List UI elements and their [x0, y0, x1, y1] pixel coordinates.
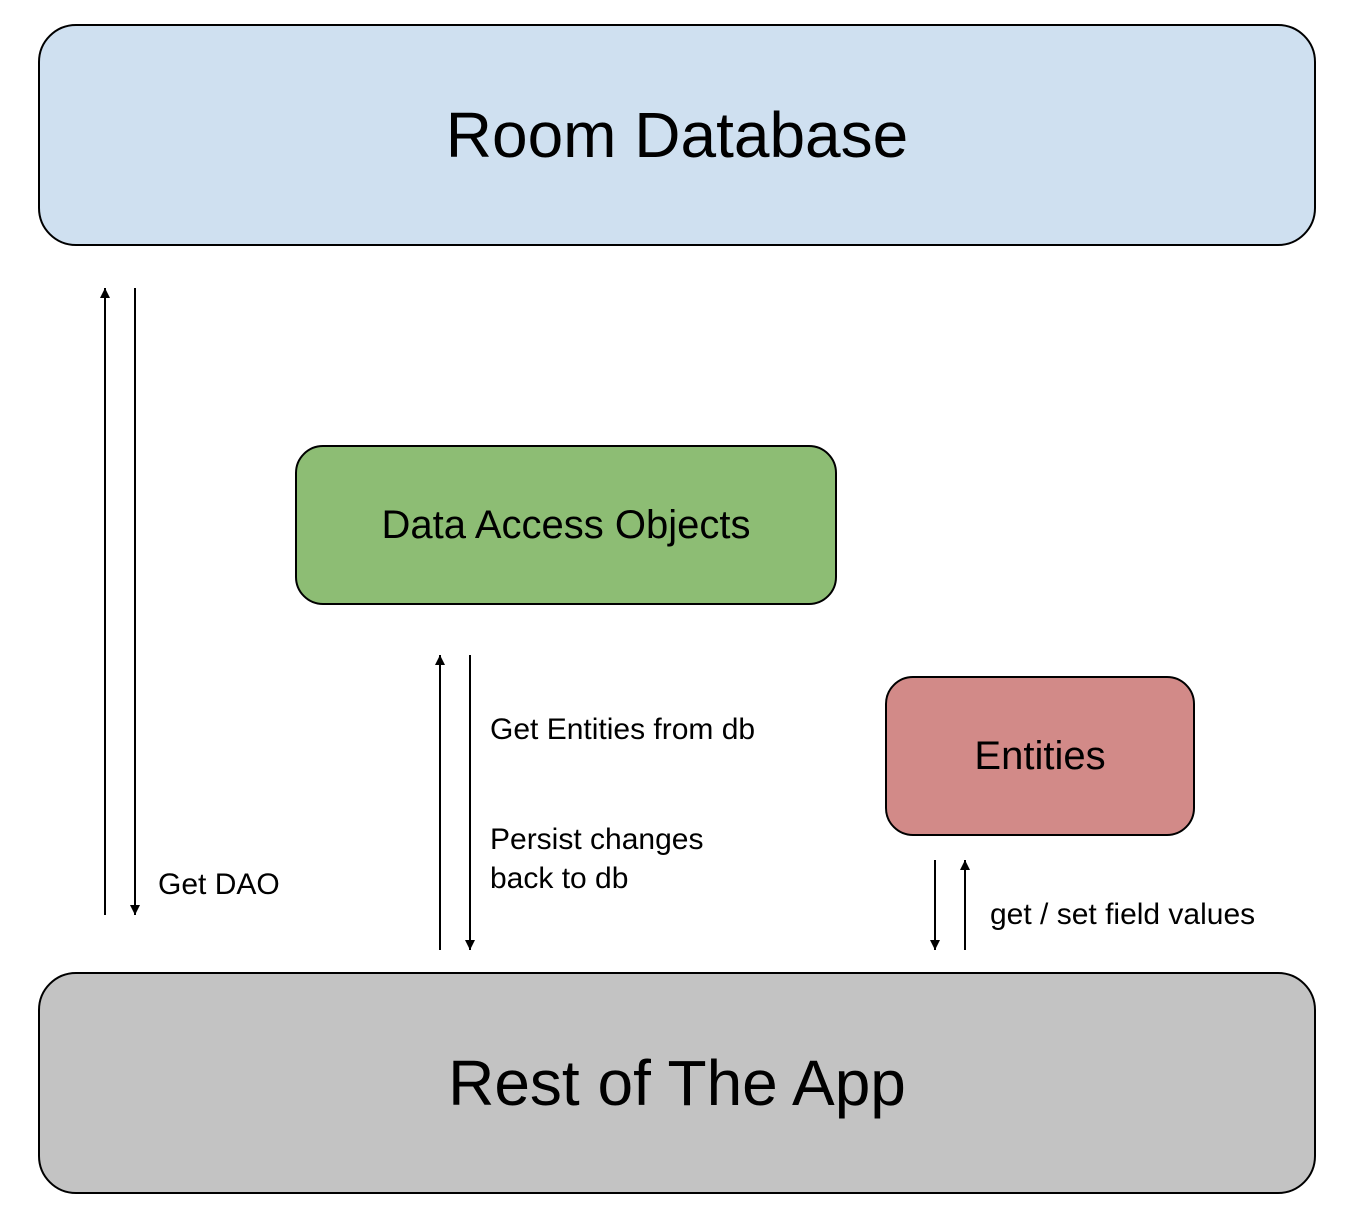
rest-of-app-label: Rest of The App: [448, 1046, 906, 1120]
get-entities-label: Get Entities from db: [490, 710, 755, 749]
dao-box: Data Access Objects: [295, 445, 837, 605]
get-dao-label: Get DAO: [158, 865, 280, 904]
rest-of-app-box: Rest of The App: [38, 972, 1316, 1194]
dao-label: Data Access Objects: [381, 503, 750, 548]
get-set-fields-label: get / set field values: [990, 895, 1255, 934]
entities-label: Entities: [974, 734, 1105, 779]
room-database-label: Room Database: [446, 98, 908, 172]
room-database-box: Room Database: [38, 24, 1316, 246]
diagram-canvas: Room Database Data Access Objects Entiti…: [0, 0, 1354, 1216]
entities-box: Entities: [885, 676, 1195, 836]
persist-changes-label: Persist changes back to db: [490, 820, 703, 898]
